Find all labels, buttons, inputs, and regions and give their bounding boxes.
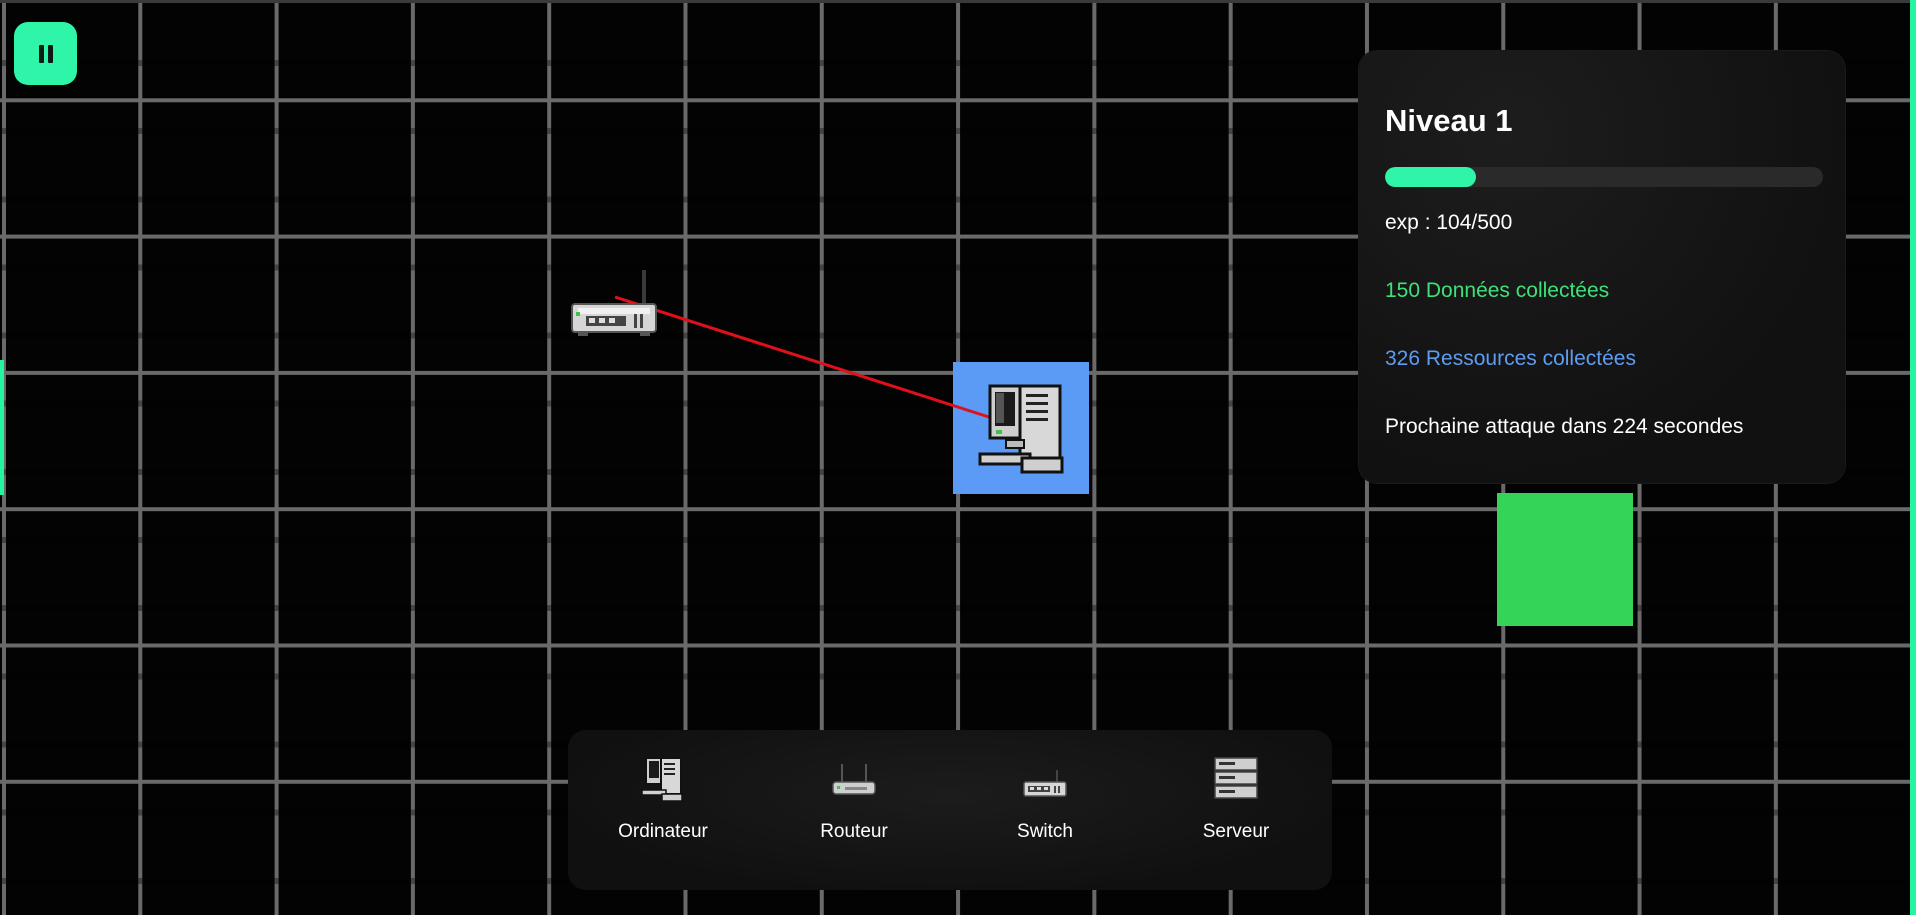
router-icon <box>571 270 657 336</box>
router-icon <box>832 764 876 795</box>
server-icon <box>1214 757 1258 799</box>
computer-icon <box>978 384 1064 474</box>
placed-router[interactable] <box>570 266 660 342</box>
placed-computer[interactable] <box>976 382 1068 478</box>
pause-button[interactable] <box>14 22 77 85</box>
exp-text: exp : 104/500 <box>1385 211 1513 234</box>
data-collected-text: 150 Données collectées <box>1385 279 1610 302</box>
right-edge-accent <box>1910 0 1916 915</box>
computer-icon <box>641 757 683 802</box>
tool-label: Serveur <box>1202 821 1270 842</box>
tool-switch[interactable]: Switch <box>980 754 1110 864</box>
tool-server[interactable]: Serveur <box>1171 754 1301 864</box>
tool-label: Ordinateur <box>618 821 708 842</box>
level-title: Niveau 1 <box>1385 103 1513 138</box>
resources-collected-text: 326 Ressources collectées <box>1385 347 1636 370</box>
tool-label: Switch <box>1017 821 1073 842</box>
tool-computer[interactable]: Ordinateur <box>598 754 728 864</box>
pause-icon-bar <box>47 44 53 63</box>
pause-icon <box>38 44 44 63</box>
left-edge-accent <box>0 360 4 495</box>
tool-label: Routeur <box>820 821 888 842</box>
tool-router[interactable]: Routeur <box>789 754 919 864</box>
target-cell[interactable] <box>1497 493 1633 626</box>
next-attack-text: Prochaine attaque dans 224 secondes <box>1385 415 1744 438</box>
top-border <box>0 0 1916 3</box>
exp-progress-fill <box>1385 167 1477 187</box>
exp-progress-bar <box>1385 167 1823 187</box>
switch-icon <box>1023 770 1067 797</box>
stats-panel: Niveau 1 exp : 104/500 150 Données colle… <box>1359 51 1845 483</box>
device-toolbar: Ordinateur Routeur Switch Serveur <box>568 730 1332 890</box>
